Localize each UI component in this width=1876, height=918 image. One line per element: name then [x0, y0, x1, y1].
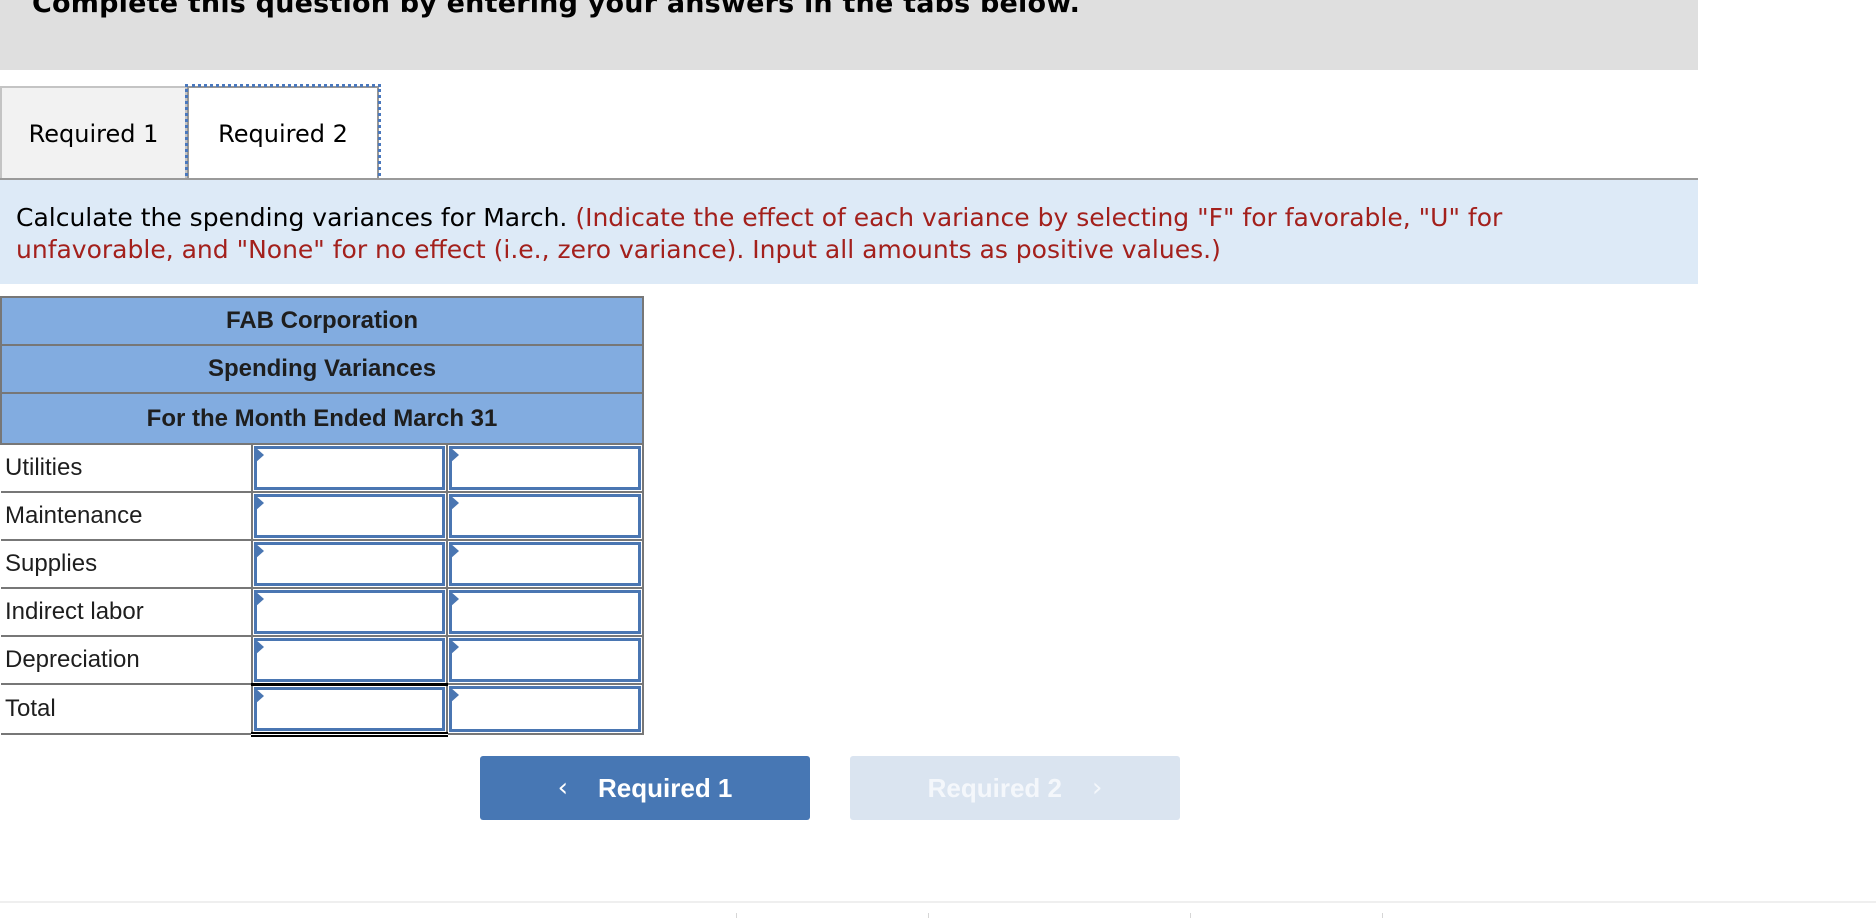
amount-input-box[interactable]	[253, 542, 446, 586]
company-name: FAB Corporation	[0, 296, 644, 346]
effect-cell	[446, 491, 644, 541]
input-marker-icon	[450, 543, 460, 559]
effect-cell	[446, 443, 644, 493]
amount-cell	[250, 539, 449, 589]
input-marker-icon	[450, 687, 460, 703]
table-row: Indirect labor	[1, 587, 644, 637]
input-marker-icon	[254, 495, 264, 511]
amount-cell	[250, 443, 449, 493]
effect-select[interactable]	[452, 593, 638, 631]
tab-required-2[interactable]: Required 2	[185, 84, 381, 182]
input-marker-icon	[254, 543, 264, 559]
row-label: Total	[1, 683, 252, 735]
table-row: Utilities	[1, 443, 644, 493]
next-button-label: Required 2	[927, 772, 1062, 803]
input-marker-icon	[254, 447, 264, 463]
input-marker-icon	[450, 639, 460, 655]
footer-divider-tick	[928, 913, 929, 918]
effect-select-box[interactable]	[449, 590, 641, 634]
table-row-total: Total	[1, 682, 644, 737]
question-banner: Complete this question by entering your …	[0, 0, 1698, 70]
tab-required-1[interactable]: Required 1	[0, 86, 187, 180]
amount-input-box[interactable]	[253, 494, 446, 538]
total-effect-cell	[446, 683, 644, 735]
input-marker-icon	[450, 495, 460, 511]
effect-select-box[interactable]	[449, 638, 641, 682]
input-marker-icon	[450, 447, 460, 463]
effect-select-box[interactable]	[449, 542, 641, 586]
row-label: Indirect labor	[1, 587, 252, 637]
input-marker-icon	[254, 687, 264, 704]
input-marker-icon	[254, 591, 264, 607]
chevron-right-icon: ›	[1091, 773, 1103, 803]
effect-cell	[446, 635, 644, 685]
report-title: Spending Variances	[0, 344, 644, 394]
amount-input[interactable]	[256, 593, 443, 631]
total-effect-select[interactable]	[452, 689, 638, 729]
prev-required-1-button[interactable]: ‹ Required 1	[480, 756, 810, 820]
total-amount-input[interactable]	[256, 689, 443, 728]
chevron-left-icon: ‹	[557, 773, 569, 803]
input-marker-icon	[450, 591, 460, 607]
amount-input[interactable]	[256, 497, 443, 535]
instruction-main: Calculate the spending variances for Mar…	[16, 203, 568, 232]
amount-input-box[interactable]	[253, 446, 446, 490]
effect-select-box[interactable]	[449, 494, 641, 538]
amount-input[interactable]	[256, 449, 443, 487]
effect-select[interactable]	[452, 497, 638, 535]
amount-input-box[interactable]	[253, 686, 446, 731]
amount-input[interactable]	[256, 545, 443, 583]
table-row: Depreciation	[1, 635, 644, 685]
spending-variances-table: FAB Corporation Spending Variances For t…	[0, 296, 644, 737]
row-label: Utilities	[1, 443, 252, 493]
amount-cell	[250, 635, 449, 685]
footer-divider-tick	[1382, 913, 1383, 918]
table-row: Supplies	[1, 539, 644, 589]
instruction-panel: Calculate the spending variances for Mar…	[0, 178, 1698, 284]
footer-divider-tick	[1190, 913, 1191, 918]
next-required-2-button[interactable]: Required 2 ›	[850, 756, 1180, 820]
row-label: Maintenance	[1, 491, 252, 541]
footer-divider	[0, 901, 1876, 903]
banner-title: Complete this question by entering your …	[32, 0, 1081, 19]
row-label: Supplies	[1, 539, 252, 589]
prev-button-label: Required 1	[598, 772, 733, 803]
amount-input-box[interactable]	[253, 638, 446, 682]
tab-label: Required 2	[218, 120, 348, 148]
effect-select-box[interactable]	[449, 686, 641, 732]
table-row: Maintenance	[1, 491, 644, 541]
effect-cell	[446, 539, 644, 589]
footer-divider-tick	[736, 913, 737, 918]
effect-select[interactable]	[452, 449, 638, 487]
row-label: Depreciation	[1, 635, 252, 685]
effect-cell	[446, 587, 644, 637]
instruction-text: Calculate the spending variances for Mar…	[16, 202, 1636, 266]
total-amount-cell	[250, 682, 449, 737]
amount-input[interactable]	[256, 641, 443, 679]
input-marker-icon	[254, 639, 264, 655]
effect-select[interactable]	[452, 641, 638, 679]
report-period: For the Month Ended March 31	[0, 392, 644, 445]
effect-select[interactable]	[452, 545, 638, 583]
amount-cell	[250, 491, 449, 541]
amount-cell	[250, 587, 449, 637]
effect-select-box[interactable]	[449, 446, 641, 490]
tab-label: Required 1	[28, 120, 159, 148]
amount-input-box[interactable]	[253, 590, 446, 634]
